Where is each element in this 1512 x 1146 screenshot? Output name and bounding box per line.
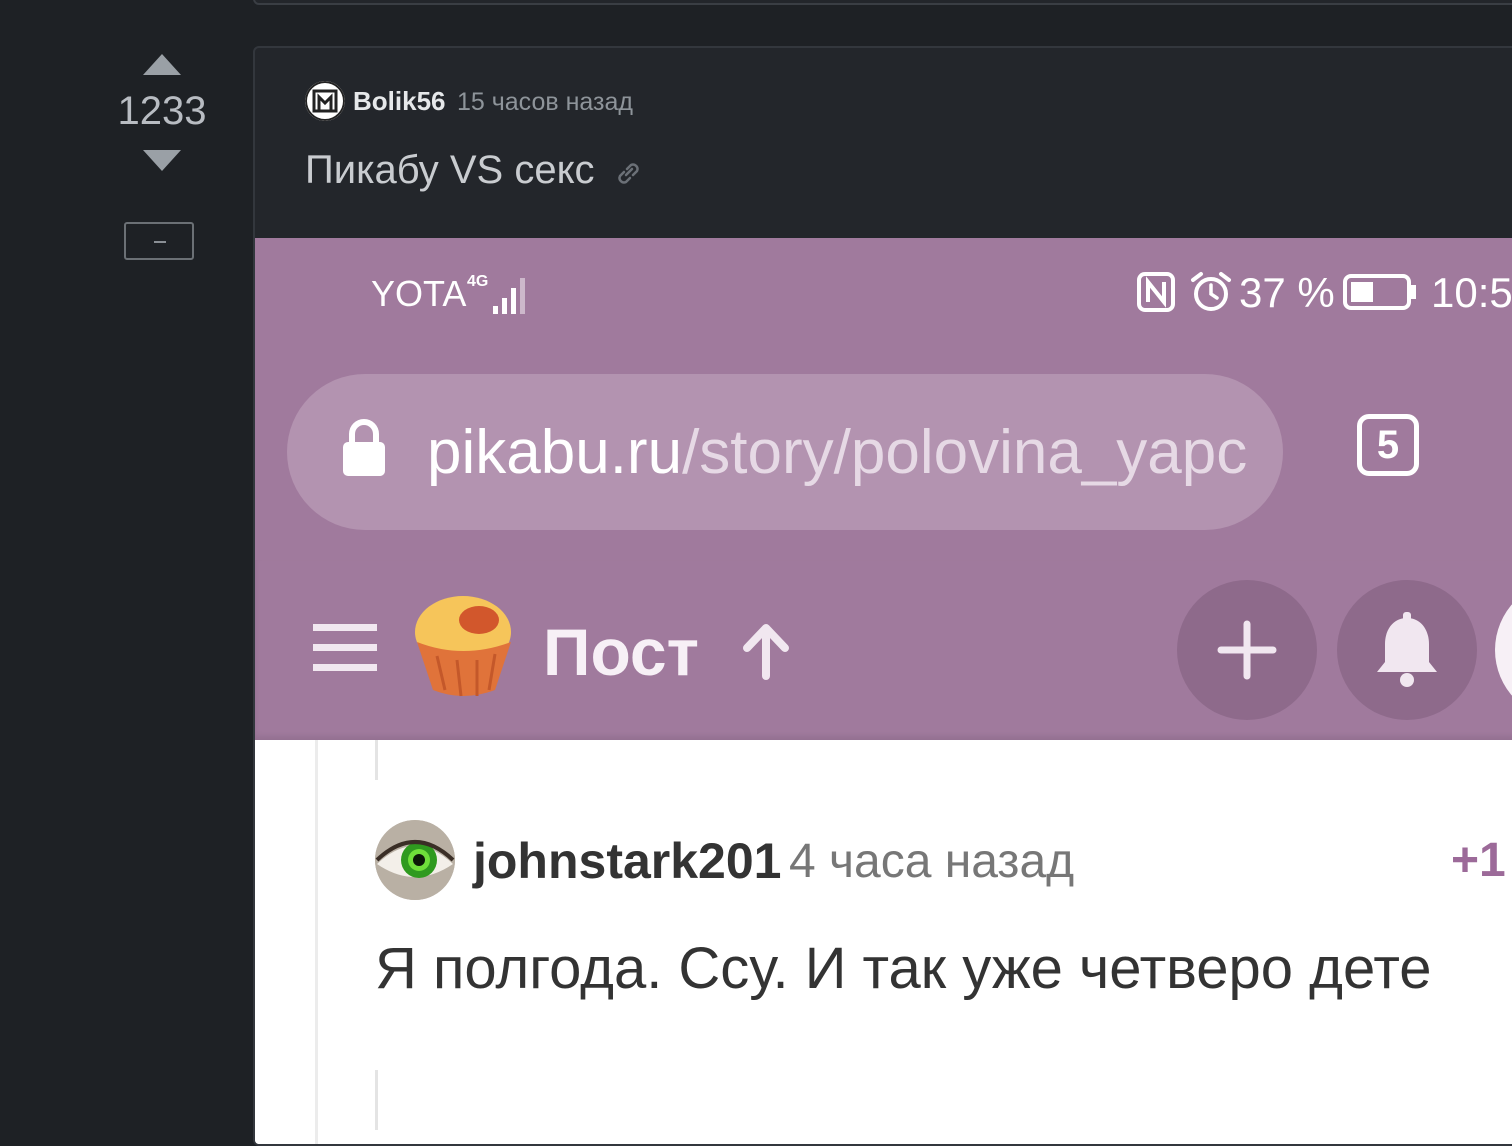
comment-text: Я полгода. Ссу. И так уже четверо дете (375, 936, 1432, 1001)
vote-rail: 1233 (0, 0, 253, 1114)
phone-status-bar: YOTA 4G 37 % 10:5 (255, 238, 1512, 374)
browser-address-bar: pikabu.ru/story/polovina_yapc 5 (255, 374, 1512, 560)
minus-icon (154, 241, 166, 243)
previous-post-card (253, 0, 1512, 5)
author-avatar[interactable] (305, 81, 345, 121)
alarm-icon (1191, 272, 1231, 311)
comment-time: 4 часа назад (789, 835, 1075, 888)
status-clock: 10:5 (1431, 269, 1512, 316)
green-eye-avatar-icon (375, 820, 455, 900)
avatar-logo-icon (305, 81, 345, 121)
comment-author[interactable]: johnstark201 (473, 832, 781, 890)
comments-area: johnstark201 4 часа назад +1 Я полгода. … (255, 740, 1512, 1144)
hamburger-menu-icon[interactable] (313, 622, 377, 674)
url-field[interactable]: pikabu.ru/story/polovina_yapc (287, 374, 1283, 530)
comment-rating: +1 (1451, 834, 1506, 887)
url-path: /story/polovina_yapc (682, 418, 1248, 487)
battery-percent: 37 % (1239, 269, 1335, 316)
arrow-up-icon[interactable] (739, 622, 793, 680)
lock-icon (343, 419, 385, 476)
comment-author-avatar[interactable] (375, 820, 455, 900)
user-avatar-button[interactable] (1495, 580, 1512, 720)
nfc-icon (1137, 272, 1175, 312)
svg-text:4G: 4G (467, 273, 488, 290)
url-text: pikabu.ru/story/polovina_yapc (427, 418, 1247, 488)
upvote-button[interactable] (143, 54, 181, 75)
site-header: Пост (255, 560, 1512, 740)
nav-title: Пост (543, 615, 699, 689)
collapse-button[interactable] (124, 222, 194, 260)
thread-branch-line (375, 1070, 378, 1130)
battery-icon (1343, 274, 1416, 310)
post-time: 15 часов назад (457, 88, 633, 116)
thread-branch-line (375, 740, 378, 780)
notifications-button[interactable] (1337, 580, 1477, 720)
downvote-button[interactable] (143, 150, 181, 171)
post-title[interactable]: Пикабу VS секс (305, 146, 595, 194)
url-host: pikabu.ru (427, 418, 683, 487)
post-author[interactable]: Bolik56 (353, 86, 446, 116)
tabs-count-button[interactable]: 5 (1357, 414, 1419, 476)
signal-icon: 4G (467, 273, 525, 314)
thread-line (315, 740, 318, 1144)
carrier-label: YOTA (371, 273, 467, 314)
post-rating: 1233 (117, 89, 207, 133)
add-post-button[interactable] (1177, 580, 1317, 720)
pikabu-cupcake-logo-icon[interactable] (407, 590, 519, 702)
link-icon[interactable] (613, 158, 643, 188)
post-card: Bolik56 15 часов назад Пикабу VS секс YO… (253, 46, 1512, 1146)
plus-icon (1217, 620, 1277, 680)
post-screenshot: YOTA 4G 37 % 10:5 pikabu.ru/story/polovi… (255, 238, 1512, 1144)
bell-icon (1377, 612, 1437, 687)
